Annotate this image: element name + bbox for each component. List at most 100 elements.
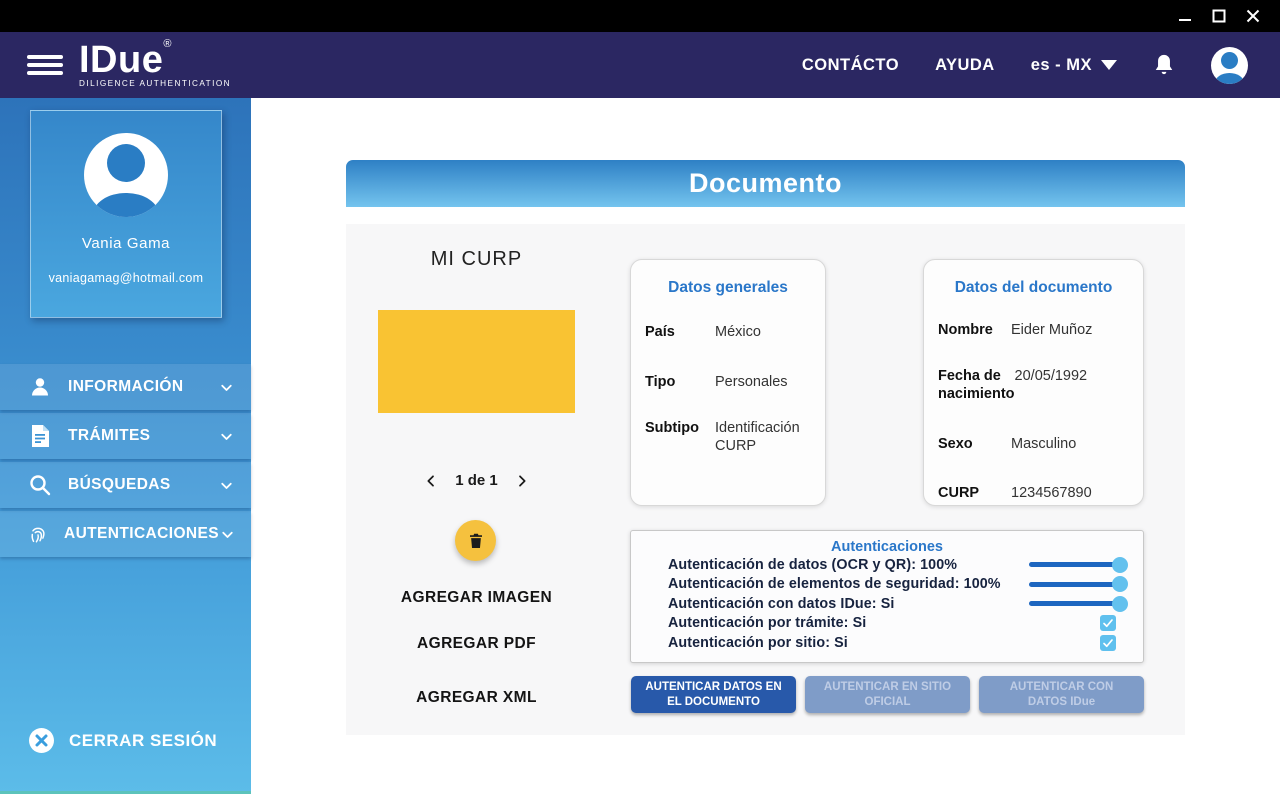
data-row: Sexo Masculino [938, 435, 1129, 453]
user-profile-card: Vania Gama vaniagamag@hotmail.com [30, 110, 222, 318]
data-row: Subtipo Identificación CURP [645, 419, 811, 455]
authenticate-idue-data-button[interactable]: AUTENTICAR CON DATOS IDue [979, 676, 1144, 713]
language-selector[interactable]: es - MX [1031, 56, 1117, 75]
authenticate-document-button[interactable]: AUTENTICAR DATOS EN EL DOCUMENTO [631, 676, 796, 713]
menu-icon[interactable] [27, 51, 63, 79]
trash-icon [467, 531, 485, 550]
close-icon[interactable] [1236, 3, 1270, 29]
document-data-card: Datos del documento Nombre Eider Muñoz F… [923, 259, 1144, 506]
row-value: Eider Muñoz [1011, 321, 1092, 339]
slider-thumb[interactable] [1112, 576, 1128, 592]
app-window: IDue® DILIGENCE AUTHENTICATION CONTÁCTO … [0, 0, 1280, 794]
page-title: Documento [346, 160, 1185, 207]
row-label: Fecha de nacimiento [938, 367, 1015, 403]
chevron-down-icon [1101, 60, 1117, 70]
slider-thumb[interactable] [1112, 557, 1128, 573]
sidebar-item-label: TRÁMITES [68, 427, 150, 445]
sidebar-item-label: AUTENTICACIONES [64, 525, 219, 543]
row-label: País [645, 323, 715, 341]
fingerprint-icon [27, 522, 49, 546]
document-preview[interactable] [378, 310, 575, 413]
avatar-shoulders [93, 193, 159, 217]
data-row: Fecha de nacimiento 20/05/1992 [938, 367, 1129, 403]
sidebar-item-autenticaciones[interactable]: AUTENTICACIONES [0, 511, 251, 557]
data-row: Tipo Personales [645, 373, 811, 391]
authentications-card: Autenticaciones Autenticación de datos (… [630, 530, 1144, 663]
row-label: Subtipo [645, 419, 715, 437]
general-data-card: Datos generales País México Tipo Persona… [630, 259, 826, 506]
sidebar-menu: INFORMACIÓN TRÁMITES BÚSQUEDAS [0, 364, 251, 560]
row-value: 20/05/1992 [1015, 367, 1088, 385]
search-icon [27, 473, 53, 497]
auth-slider-row: Autenticación con datos IDue: Si [631, 594, 1143, 614]
card-title: Autenticaciones [631, 539, 1143, 555]
authenticate-official-site-button[interactable]: AUTENTICAR EN SITIO OFICIAL [805, 676, 970, 713]
auth-label: Autenticación de elementos de seguridad:… [668, 576, 1029, 592]
row-label: Nombre [938, 321, 1011, 339]
auth-slider[interactable] [1029, 562, 1125, 567]
minimize-icon[interactable] [1168, 3, 1202, 29]
page-indicator: 1 de 1 [455, 472, 498, 489]
add-image-button[interactable]: AGREGAR IMAGEN [378, 589, 575, 607]
auth-slider-row: Autenticación de elementos de seguridad:… [631, 575, 1143, 595]
row-value: Personales [715, 373, 788, 391]
window-titlebar [0, 0, 1280, 32]
registered-mark: ® [163, 38, 171, 50]
logout-button[interactable]: CERRAR SESIÓN [28, 727, 217, 754]
chevron-down-icon [218, 477, 235, 494]
sidebar-item-label: BÚSQUEDAS [68, 476, 171, 494]
chevron-down-icon [218, 428, 235, 445]
sidebar-item-label: INFORMACIÓN [68, 378, 183, 396]
profile-avatar [84, 133, 168, 217]
row-label: Sexo [938, 435, 1011, 453]
chevron-down-icon [218, 379, 235, 396]
close-circle-icon [28, 727, 55, 754]
sidebar-item-tramites[interactable]: TRÁMITES [0, 413, 251, 459]
logo-tagline: DILIGENCE AUTHENTICATION [79, 80, 231, 88]
contact-link[interactable]: CONTÁCTO [802, 56, 899, 75]
auth-checkbox[interactable] [1100, 635, 1116, 651]
document-name: MI CURP [378, 248, 575, 271]
data-row: País México [645, 323, 811, 341]
slider-thumb[interactable] [1112, 596, 1128, 612]
auth-check-row: Autenticación por trámite: Si [631, 614, 1143, 634]
language-label: es - MX [1031, 56, 1092, 75]
add-pdf-button[interactable]: AGREGAR PDF [378, 635, 575, 653]
user-icon [27, 375, 53, 399]
auth-slider[interactable] [1029, 601, 1125, 606]
add-xml-button[interactable]: AGREGAR XML [378, 689, 575, 707]
card-title: Datos del documento [924, 279, 1143, 297]
data-row: Nombre Eider Muñoz [938, 321, 1129, 339]
document-panel: MI CURP 1 de 1 AGREGAR IMAGEN AGREGAR PD… [346, 224, 1185, 735]
sidebar-item-informacion[interactable]: INFORMACIÓN [0, 364, 251, 410]
row-label: Tipo [645, 373, 715, 391]
logout-label: CERRAR SESIÓN [69, 731, 217, 751]
row-value: Identificación CURP [715, 419, 811, 455]
help-link[interactable]: AYUDA [935, 56, 995, 75]
avatar-head [107, 144, 145, 182]
row-value: Masculino [1011, 435, 1076, 453]
auth-label: Autenticación por sitio: Si [668, 635, 1100, 651]
maximize-icon[interactable] [1202, 3, 1236, 29]
logo-text: IDue [79, 39, 163, 81]
user-avatar[interactable] [1211, 47, 1248, 84]
user-name: Vania Gama [31, 235, 221, 252]
row-value: México [715, 323, 761, 341]
row-label: CURP [938, 484, 1011, 502]
auth-checkbox[interactable] [1100, 615, 1116, 631]
auth-slider[interactable] [1029, 582, 1125, 587]
app-header: IDue® DILIGENCE AUTHENTICATION CONTÁCTO … [0, 32, 1280, 98]
avatar-shoulders [1215, 73, 1244, 84]
delete-document-button[interactable] [455, 520, 496, 561]
notifications-bell-icon[interactable] [1153, 53, 1175, 77]
app-logo: IDue® DILIGENCE AUTHENTICATION [79, 41, 231, 88]
card-title: Datos generales [631, 279, 825, 297]
next-page-icon[interactable] [514, 473, 530, 489]
auth-label: Autenticación por trámite: Si [668, 615, 1100, 631]
sidebar-item-busquedas[interactable]: BÚSQUEDAS [0, 462, 251, 508]
sidebar: Vania Gama vaniagamag@hotmail.com INFORM… [0, 98, 251, 794]
previous-page-icon[interactable] [423, 473, 439, 489]
auth-label: Autenticación con datos IDue: Si [668, 596, 1029, 612]
pagination: 1 de 1 [378, 472, 575, 489]
auth-check-row: Autenticación por sitio: Si [631, 633, 1143, 653]
